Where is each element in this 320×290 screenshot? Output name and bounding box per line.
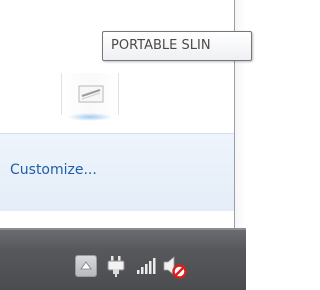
up-arrow-icon <box>80 261 92 270</box>
hidden-tray-icon-portable-slin[interactable] <box>61 73 119 121</box>
customize-link[interactable]: Customize... <box>10 162 97 178</box>
taskbar-edge <box>0 228 246 230</box>
flyout-bottom-edge <box>0 211 235 229</box>
flyout-footer: Customize... <box>0 133 234 212</box>
show-hidden-icons-button[interactable] <box>75 255 97 277</box>
taskbar <box>0 228 246 290</box>
portable-slin-icon <box>78 85 104 103</box>
icon-tile <box>61 73 119 115</box>
power-plug-icon[interactable] <box>106 254 128 278</box>
icon-hover-glow <box>67 113 113 121</box>
icon-tooltip: PORTABLE SLIN <box>102 31 252 61</box>
signal-bars-icon[interactable] <box>136 257 156 275</box>
speaker-muted-icon[interactable] <box>162 254 188 280</box>
